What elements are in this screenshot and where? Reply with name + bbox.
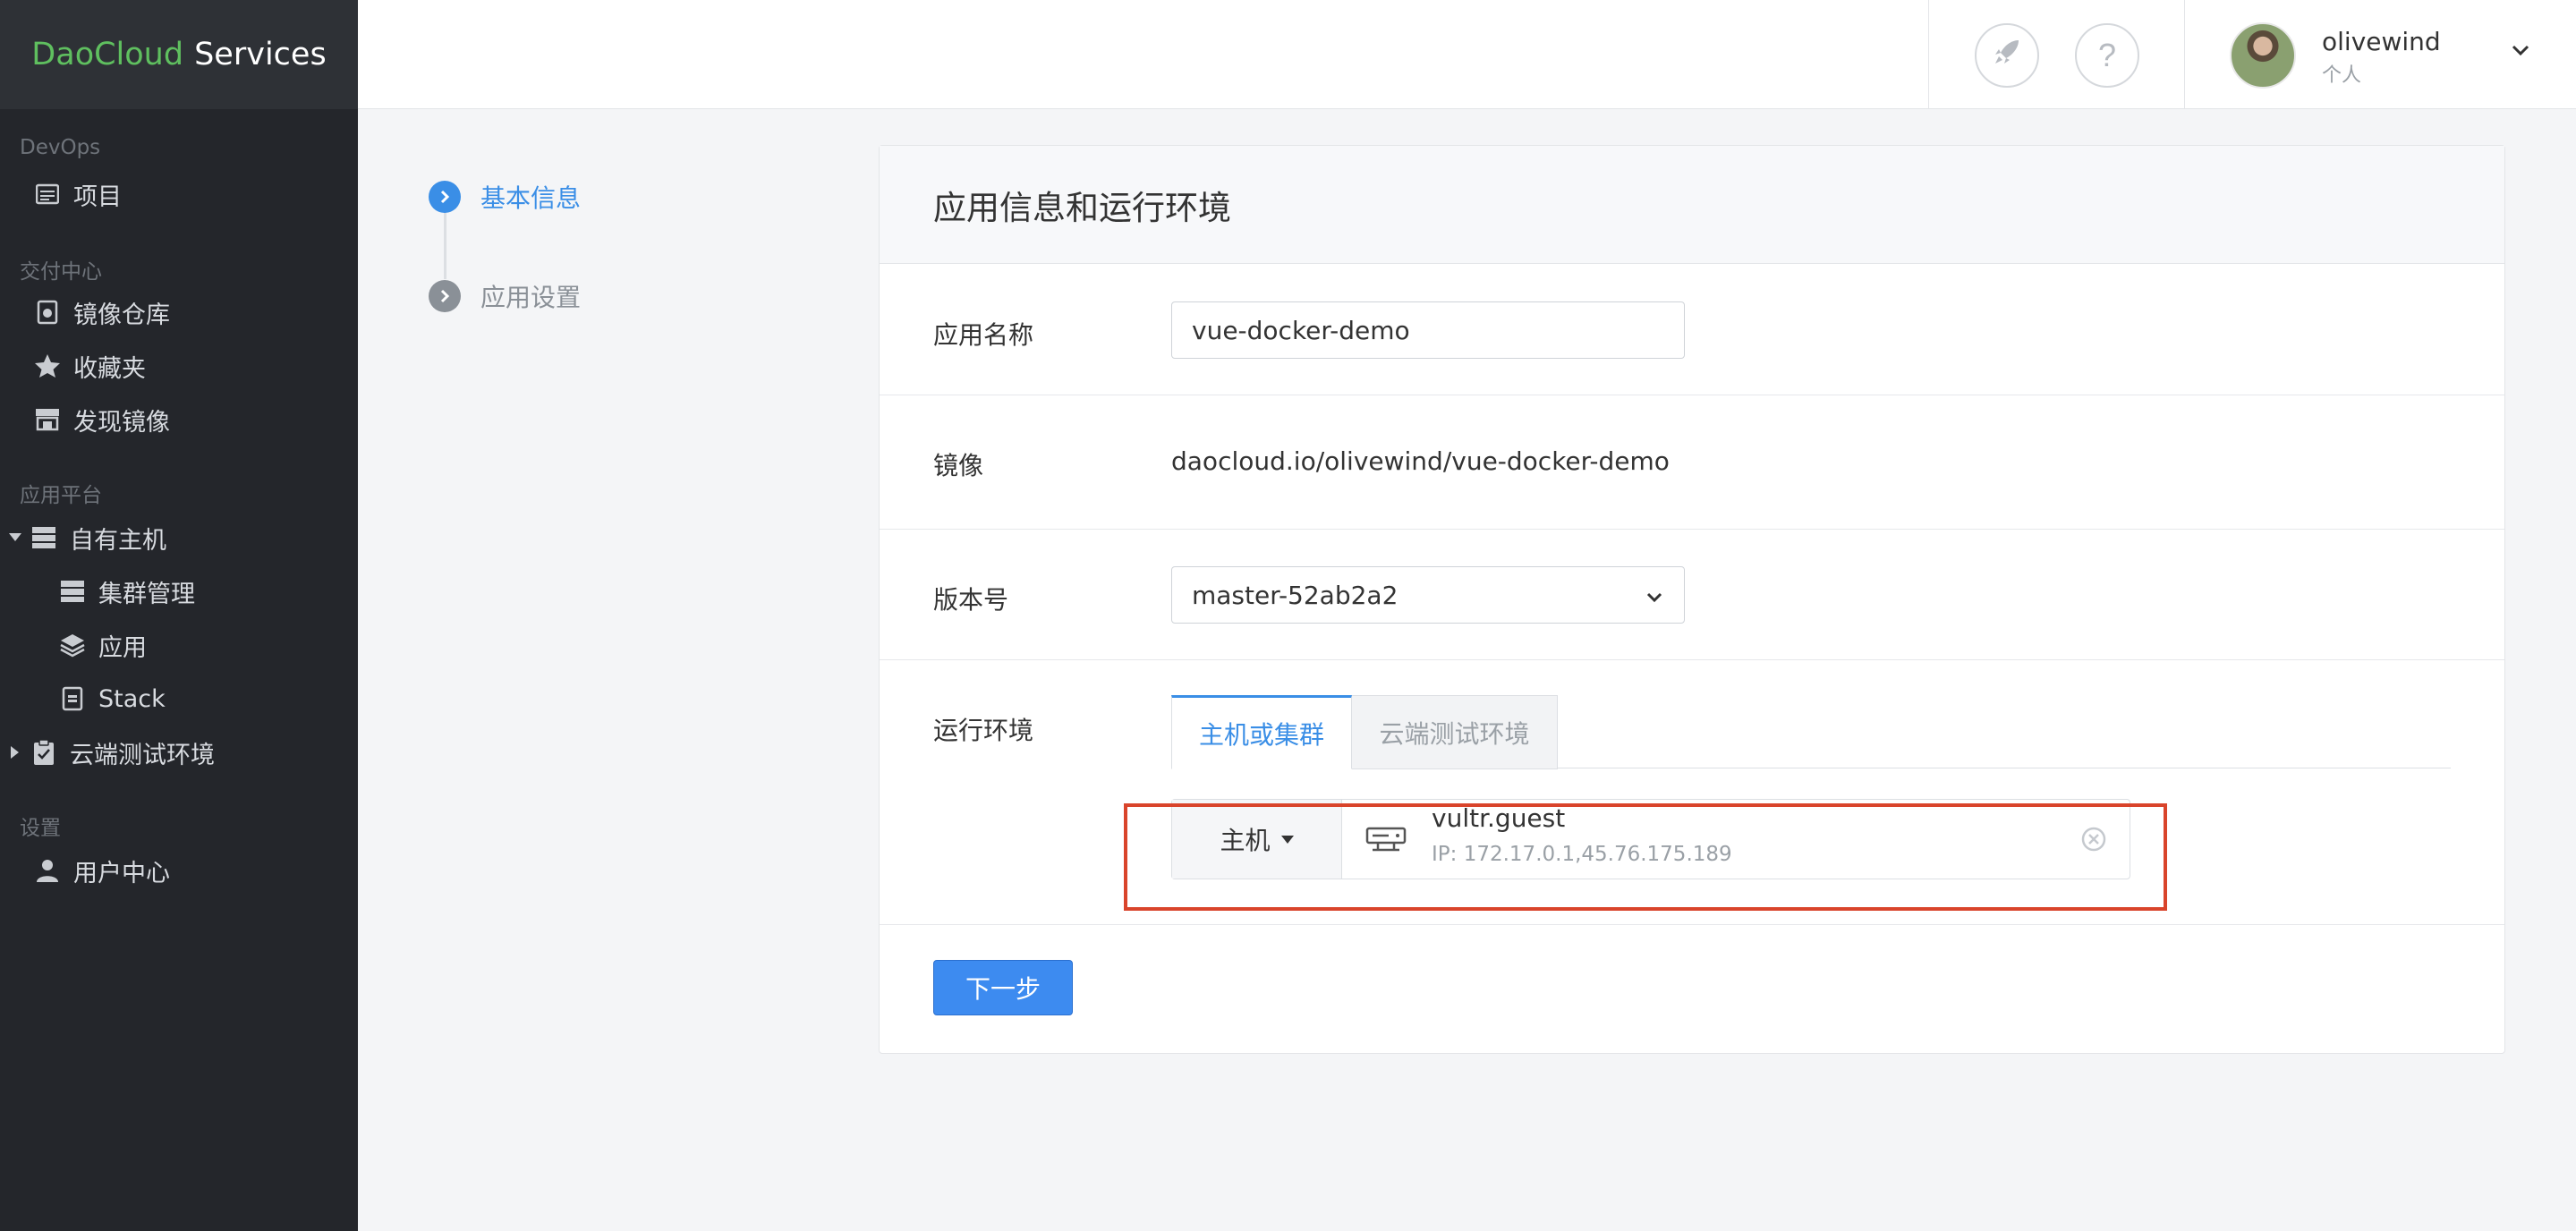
row-divider [880,529,2504,530]
server-stack-icon [30,524,57,551]
caret-right-icon[interactable] [11,746,19,759]
sidebar-item-stack[interactable]: Stack [59,676,166,721]
sidebar-item-label: 应用 [98,633,147,662]
rocket-button[interactable] [1975,23,2039,88]
help-button[interactable]: ? [2075,23,2139,88]
question-icon: ? [2097,37,2117,73]
rocket-icon [1992,37,2022,75]
tab-cloud-test-env[interactable]: 云端测试环境 [1352,695,1558,769]
sidebar-section-settings: 设置 [20,817,61,840]
app-info-card: 应用信息和运行环境 应用名称 vue-docker-demo 镜像 daoclo… [879,145,2505,1054]
stack-file-icon [59,685,86,712]
step-label: 基本信息 [480,183,582,213]
row-divider [880,924,2504,925]
topbar-divider [1928,0,1929,109]
server-stack-icon [59,578,86,605]
sidebar-section-platform: 应用平台 [20,484,102,507]
sidebar-item-favorites[interactable]: 收藏夹 [34,344,146,388]
sidebar: DaoCloud Services DevOps 项目 交付中心 镜像仓库 收藏… [0,0,358,1231]
avatar[interactable] [2230,22,2296,89]
sidebar-item-image-repo[interactable]: 镜像仓库 [34,290,170,335]
sidebar-item-label: 收藏夹 [73,354,146,383]
app-name-value: vue-docker-demo [1192,315,1410,345]
chevron-down-icon [1645,581,1664,610]
sidebar-section-delivery: 交付中心 [20,260,102,284]
brand-name-white: Services [194,37,327,72]
sidebar-item-discover[interactable]: 发现镜像 [34,397,170,442]
step-app-settings[interactable]: 应用设置 [429,278,581,314]
sidebar-item-label: 自有主机 [70,526,166,555]
sidebar-item-label: 集群管理 [98,580,195,608]
calendar-list-icon [34,181,61,208]
sidebar-item-apps[interactable]: 应用 [59,623,147,667]
card-title: 应用信息和运行环境 [880,146,2504,264]
brand-logo[interactable]: DaoCloud Services [0,0,358,109]
step-label: 应用设置 [480,283,582,312]
highlight-box [1124,803,2167,911]
app-name-input[interactable]: vue-docker-demo [1171,301,1685,359]
sidebar-item-user-center[interactable]: 用户中心 [34,848,170,893]
image-value: daocloud.io/olivewind/vue-docker-demo [1171,446,1670,476]
chevron-right-icon [429,181,461,213]
sidebar-item-label: 镜像仓库 [73,301,170,329]
sidebar-item-label: 发现镜像 [73,408,170,437]
package-icon [34,299,61,326]
sidebar-item-label: Stack [98,684,166,713]
sidebar-item-cloud-test[interactable]: 云端测试环境 [30,730,215,775]
topbar-divider [2184,0,2185,109]
version-value: master-52ab2a2 [1192,580,1399,610]
step-connector [444,211,446,279]
image-label: 镜像 [933,451,984,480]
sidebar-item-own-hosts[interactable]: 自有主机 [30,515,166,560]
user-icon [34,857,61,884]
chevron-right-icon [429,280,461,312]
user-account-type: 个人 [2322,64,2362,87]
row-divider [880,659,2504,660]
step-basic-info[interactable]: 基本信息 [429,179,581,215]
sidebar-item-label: 云端测试环境 [70,741,215,769]
sidebar-item-label: 项目 [73,183,122,211]
app-name-label: 应用名称 [933,320,1034,350]
sidebar-item-label: 用户中心 [73,859,170,887]
layers-icon [59,632,86,658]
runtime-label: 运行环境 [933,716,1034,745]
sidebar-item-projects[interactable]: 项目 [34,172,122,216]
sidebar-item-clusters[interactable]: 集群管理 [59,569,195,614]
version-select[interactable]: master-52ab2a2 [1171,566,1685,624]
runtime-tabs: 主机或集群 云端测试环境 [1171,695,2451,769]
star-icon [34,352,61,379]
tab-host-or-cluster[interactable]: 主机或集群 [1171,695,1352,769]
next-step-button[interactable]: 下一步 [933,960,1073,1015]
clipboard-icon [30,739,57,766]
user-name[interactable]: olivewind [2322,27,2441,56]
sidebar-section-devops: DevOps [20,136,101,159]
chevron-down-icon[interactable] [2510,43,2531,61]
store-icon [34,406,61,433]
brand-name-green: DaoCloud [31,37,184,72]
caret-down-icon[interactable] [9,533,21,541]
version-label: 版本号 [933,585,1009,615]
